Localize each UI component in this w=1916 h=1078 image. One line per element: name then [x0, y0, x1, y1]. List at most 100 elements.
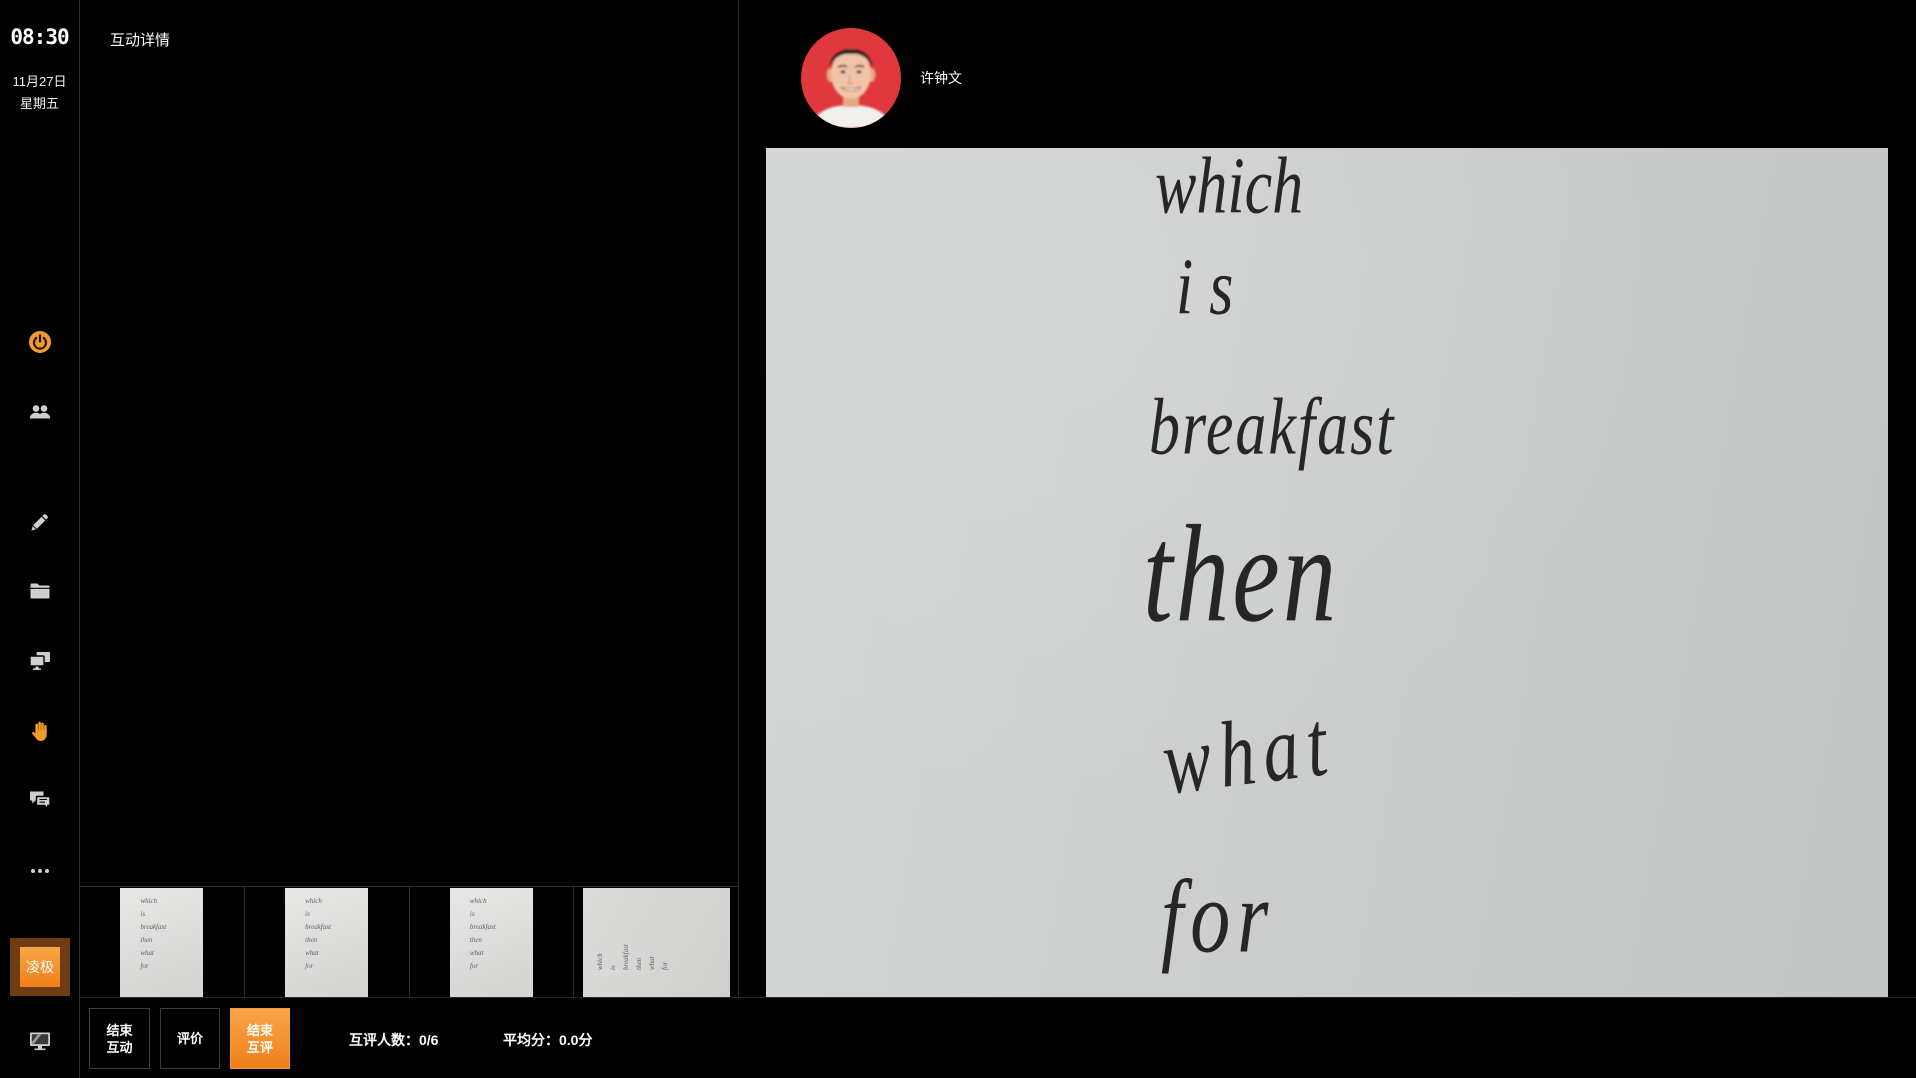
thumbnail-word: for — [660, 961, 669, 970]
more-icon-shape — [30, 869, 35, 873]
peer-review-count-label: 互评人数： — [349, 1032, 419, 1048]
thumbnail-word: breakfast — [140, 922, 167, 931]
date-label: 11月27日 — [12, 74, 67, 89]
average-score-value: 0.0分 — [559, 1032, 593, 1048]
avatar-photo-shape — [856, 70, 862, 74]
thumbnail-word: which — [469, 896, 487, 905]
monitor-icon — [29, 1032, 50, 1051]
annotate-button[interactable] — [0, 507, 79, 537]
thumbnail-word: is — [469, 909, 475, 918]
button-label-line: 互评 — [246, 1039, 273, 1055]
screens-icon-shape — [32, 668, 41, 670]
screens-icon — [28, 652, 50, 670]
average-score-label: 平均分： — [503, 1032, 559, 1048]
sidebar: 08:30 11月27日 星期五 凌极 — [0, 0, 80, 1078]
more-icon — [30, 869, 49, 873]
thumbnail-text: which is breakfast then what for — [596, 908, 716, 978]
thumbnail-word: what — [140, 948, 154, 957]
thumbnail-3[interactable]: which is breakfast then what for — [410, 887, 575, 997]
brand-label: 凌极 — [20, 947, 60, 987]
pencil-icon-shape — [31, 514, 48, 531]
screens-icon-shape — [35, 666, 38, 669]
handwritten-word: then — [1143, 498, 1340, 652]
students-button[interactable] — [0, 397, 79, 427]
thumbnail-word: which — [140, 896, 158, 905]
pencil-icon — [31, 514, 48, 531]
page-title: 互动详情 — [110, 32, 171, 49]
thumbnail-word: is — [140, 909, 146, 918]
student-name: 许钟文 — [920, 70, 962, 86]
button-label-line: 结束 — [106, 1022, 133, 1038]
thumbnail-word: for — [305, 961, 314, 970]
thumbnail-1[interactable]: which is breakfast then what for — [80, 887, 245, 997]
handwritten-word: is — [1176, 243, 1250, 332]
peer-review-count-value: 0/6 — [419, 1032, 439, 1048]
monitor-icon-shape — [37, 1046, 42, 1049]
avatar-photo-shape — [840, 70, 846, 74]
handwritten-word: what — [1156, 690, 1341, 815]
thumbnail-word: breakfast — [621, 943, 630, 970]
chat-icon — [29, 791, 51, 811]
power-button[interactable] — [0, 327, 79, 357]
end-interaction-button[interactable]: 结束 互动 — [89, 1008, 150, 1069]
thumbnail-word: what — [647, 955, 656, 970]
chat-button[interactable] — [0, 785, 79, 815]
thumbnail-word: then — [469, 935, 482, 944]
detail-panel: 互动详情 which is breakfast then what for which is… — [80, 0, 739, 997]
thumbnail-word: is — [305, 909, 310, 918]
end-peer-review-button[interactable]: 结束 互评 — [230, 1008, 290, 1069]
button-label-line: 互动 — [106, 1039, 133, 1055]
average-score: 平均分：0.0分 — [503, 1031, 592, 1049]
thumbnail-image: which is breakfast then what for — [449, 887, 533, 997]
peer-review-count: 互评人数：0/6 — [349, 1031, 438, 1049]
thumbnail-word: what — [469, 948, 484, 957]
thumbnail-word: then — [140, 935, 153, 944]
thumbnail-word: breakfast — [469, 922, 496, 931]
thumbnail-text: which is breakfast then what for — [305, 897, 331, 971]
thumbnail-word: breakfast — [305, 922, 331, 931]
thumbnail-word: for — [140, 961, 149, 970]
evaluate-button[interactable]: 评价 — [160, 1008, 220, 1069]
brand-button[interactable]: 凌极 — [10, 938, 70, 996]
handwritten-word: for — [1161, 860, 1276, 976]
thumbnail-word: which — [305, 896, 322, 905]
power-icon — [28, 331, 51, 353]
thumbnail-text: which is breakfast then what for — [140, 897, 166, 971]
people-icon — [29, 405, 50, 419]
raise-hand-icon — [31, 721, 47, 741]
thumbnail-image: which is breakfast then what for — [120, 887, 204, 997]
thumbnail-word: what — [305, 948, 319, 957]
thumbnail-word: for — [469, 961, 479, 970]
monitor-icon-shape — [34, 1048, 45, 1051]
thumbnail-2[interactable]: which is breakfast then what for — [245, 887, 410, 997]
weekday-label: 星期五 — [19, 96, 59, 111]
display-button[interactable] — [0, 1026, 79, 1056]
people-icon-shape — [37, 412, 50, 419]
raise-hand-icon-shape — [31, 730, 47, 741]
screens-icon-shape — [28, 655, 45, 667]
submission-photo: which is breakfast then what for — [766, 148, 1888, 997]
thumbnail-4[interactable]: which is breakfast then what for — [574, 887, 738, 997]
thumbnail-word: is — [608, 964, 617, 970]
folder-icon-shape — [30, 583, 49, 599]
folder-icon — [30, 583, 49, 599]
handwritten-word: which — [1155, 148, 1304, 231]
more-icon-shape — [44, 869, 49, 873]
raise-hand-button[interactable] — [0, 716, 79, 746]
handwritten-word: breakfast — [1149, 383, 1396, 472]
avatar-photo — [801, 28, 901, 128]
thumbnail-word: which — [595, 952, 604, 970]
people-icon-shape — [40, 405, 47, 412]
thumbnail-strip: which is breakfast then what for which is break… — [80, 886, 738, 997]
more-icon-shape — [37, 869, 42, 873]
files-button[interactable] — [0, 576, 79, 606]
button-label-line: 结束 — [246, 1022, 273, 1038]
screens-button[interactable] — [0, 646, 79, 676]
bottom-toolbar: 结束 互动 评价 结束 互评 互评人数：0/6 平均分：0.0分 — [80, 997, 1916, 1078]
thumbnail-word: then — [305, 935, 318, 944]
people-icon-shape — [32, 405, 39, 412]
more-button[interactable] — [0, 856, 79, 886]
thumbnail-image: which is breakfast then what for — [582, 887, 730, 997]
thumbnail-text: which is breakfast then what for — [470, 897, 496, 971]
clock: 08:30 — [10, 25, 69, 49]
